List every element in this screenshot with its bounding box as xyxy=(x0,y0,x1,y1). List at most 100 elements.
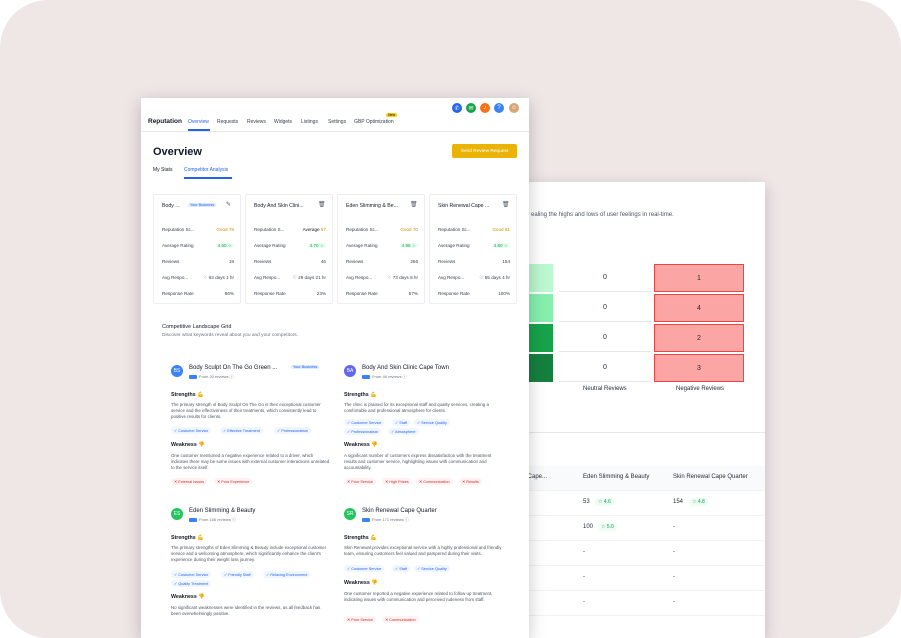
column-header: Eden Slimming & Beauty xyxy=(583,474,650,480)
business-name: Skin Renewal Cape Quarter xyxy=(362,508,437,514)
weakness-text: No significant weaknesses were identifie… xyxy=(171,605,321,616)
reviews-label: Reviews xyxy=(438,259,456,264)
cell-value: - xyxy=(673,599,675,605)
table-row: - - xyxy=(513,591,765,616)
review-source: From 20 reviews ⓘ xyxy=(189,374,234,380)
strength-chip: ✓ Customer Service xyxy=(171,427,212,434)
reviews-label: Reviews xyxy=(162,259,180,264)
weakness-chip: ✕ Poor Service xyxy=(344,478,376,485)
weakness-chip: ✕ Poor Experience xyxy=(214,478,253,485)
strength-chip: ✓ Service Quality xyxy=(414,419,450,426)
landscape-title: Competitive Landscape Grid xyxy=(162,324,232,330)
table-row: 53 ☆ 4.6 154 ☆ 4.8 xyxy=(513,491,765,516)
negative-cell: 1 xyxy=(654,264,744,292)
strength-chip: ✓ Staff xyxy=(392,419,410,426)
avatar: SR xyxy=(344,508,356,520)
subtab-competitor-analysis[interactable]: Competitor Analysis xyxy=(184,167,228,173)
negative-cell: 2 xyxy=(654,324,744,352)
tab-listings[interactable]: Listings xyxy=(301,119,318,125)
sentiment-row: 0 2 xyxy=(513,324,765,354)
sentiment-row: 0 1 xyxy=(513,264,765,294)
avg-rating-label: Average Rating xyxy=(162,243,194,248)
trash-icon[interactable]: 🗑 xyxy=(318,201,326,208)
tab-requests[interactable]: Requests xyxy=(217,119,238,125)
help-icon[interactable]: ? xyxy=(494,103,504,113)
cell-value: - xyxy=(673,549,675,555)
cell-value: - xyxy=(673,574,675,580)
landscape-card: BA Body And Skin Clinic Cape Town From 4… xyxy=(344,365,514,495)
table-row: - - xyxy=(513,566,765,591)
avg-rating-label: Average Rating xyxy=(254,243,286,248)
strength-chip: ✓ Professionalism xyxy=(344,428,382,435)
strength-chip: ✓ Staff xyxy=(392,565,410,572)
reviews-value: 154 xyxy=(502,259,510,264)
cell-value: 154 xyxy=(673,499,684,505)
chat-icon[interactable]: ✉ xyxy=(466,103,476,113)
table-row: - - xyxy=(513,541,765,566)
page-title: Overview xyxy=(153,146,202,158)
review-source: From 46 reviews ⓘ xyxy=(362,374,407,380)
reputation-value: Good 70 xyxy=(400,227,418,232)
reviews-value: 19 xyxy=(228,259,234,264)
weakness-heading: Weakness 👎 xyxy=(171,594,205,600)
response-rate-label: Response Rate xyxy=(438,291,470,296)
reputation-label: Reputation Sc... xyxy=(162,227,195,232)
sentiment-row: 0 4 xyxy=(513,294,765,324)
tab-widgets[interactable]: Widgets xyxy=(274,119,292,125)
neutral-header: Neutral Reviews xyxy=(583,386,627,392)
reviews-label: Reviews xyxy=(346,259,364,264)
avatar[interactable]: ☺ xyxy=(509,103,519,113)
tab-overview[interactable]: Overview xyxy=(188,119,209,125)
sentiment-table: 0 1 0 4 0 2 0 3 xyxy=(513,264,765,384)
weakness-chip: ✕ Communication xyxy=(416,478,453,485)
negative-cell: 4 xyxy=(654,294,744,322)
strengths-heading: Strengths 💪 xyxy=(344,392,377,398)
negative-header: Negative Reviews xyxy=(676,386,725,392)
trash-icon[interactable]: 🗑 xyxy=(502,201,510,208)
strength-chip: ✓ Customer Service xyxy=(344,419,385,426)
weakness-text: A significant number of customers expres… xyxy=(344,453,492,470)
response-rate-value: 57% xyxy=(408,291,418,296)
avg-response-value: ♡ 55 days 4 hr xyxy=(479,275,510,280)
subtab-my-stats[interactable]: My Stats xyxy=(153,167,172,173)
tab-gbp-optimization[interactable]: GBP Optimization xyxy=(354,119,394,125)
weakness-chip: ✕ Results xyxy=(459,478,482,485)
sentiment-panel: ealing the highs and lows of user feelin… xyxy=(513,182,765,638)
reputation-label: Reputation S... xyxy=(254,227,285,232)
weakness-chip: ✕ External Issues xyxy=(171,478,208,485)
strengths-text: The clinic is praised for its exceptiona… xyxy=(344,402,489,413)
active-tab-indicator xyxy=(188,129,210,131)
table-row: 100 ☆ 5.0 - xyxy=(513,516,765,541)
landscape-card: SR Skin Renewal Cape Quarter From 171 re… xyxy=(344,508,514,638)
competitor-name: Skin Renewal Cape ... xyxy=(438,203,490,209)
strengths-heading: Strengths 💪 xyxy=(171,392,204,398)
phone-icon[interactable]: ✆ xyxy=(452,103,462,113)
rating-badge: ☆ 5.0 xyxy=(598,523,617,531)
facebook-google-icon xyxy=(189,517,197,522)
edit-icon[interactable]: ✎ xyxy=(226,201,231,208)
neutral-cell: 0 xyxy=(559,294,651,322)
tab-reviews[interactable]: Reviews xyxy=(247,119,266,125)
send-review-request-button[interactable]: Send Review Request xyxy=(452,144,517,158)
avg-rating-value: 4.70 ☆ xyxy=(307,243,326,248)
response-rate-label: Response Rate xyxy=(162,291,194,296)
column-header: Skin Renewal Cape Quarter xyxy=(673,474,748,480)
weakness-heading: Weakness 👎 xyxy=(344,442,378,448)
avg-response-value: ♡ 63 days 1 hr xyxy=(203,275,234,280)
bell-icon[interactable]: ♪ xyxy=(480,103,490,113)
reviews-label: Reviews xyxy=(254,259,272,264)
response-rate-label: Response Rate xyxy=(254,291,286,296)
weakness-heading: Weakness 👎 xyxy=(171,442,205,448)
competitor-cards: Body ... Your Business ✎ Reputation Sc..… xyxy=(153,194,523,306)
response-rate-value: 86% xyxy=(224,291,234,296)
response-rate-label: Response Rate xyxy=(346,291,378,296)
reviews-value: 46 xyxy=(320,259,326,264)
trash-icon[interactable]: 🗑 xyxy=(410,201,418,208)
tab-settings[interactable]: Settings xyxy=(328,119,346,125)
sentiment-row: 0 3 xyxy=(513,354,765,384)
competitor-name: Eden Slimming & Be... xyxy=(346,203,398,209)
reputation-value: Good 81 xyxy=(492,227,510,232)
sentiment-description: ealing the highs and lows of user feelin… xyxy=(531,212,674,218)
facebook-google-icon xyxy=(362,517,370,522)
avg-rating-value: 4.60 ☆ xyxy=(215,243,234,248)
